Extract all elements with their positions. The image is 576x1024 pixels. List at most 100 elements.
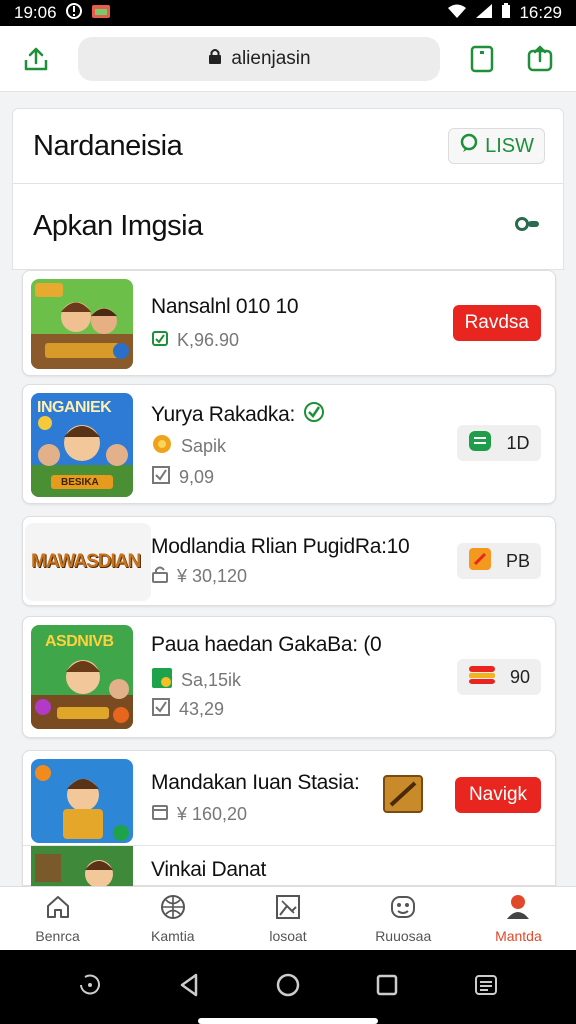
wifi-icon xyxy=(447,3,467,24)
upload-icon[interactable] xyxy=(518,37,562,81)
app-title: Mandakan Iuan Stasia: xyxy=(151,771,360,794)
app-price: 43,29 xyxy=(179,699,225,719)
app-action-label: Ravdsa xyxy=(464,312,529,333)
recents-icon[interactable] xyxy=(374,972,400,1003)
calendar-icon xyxy=(151,803,169,826)
tag-icon xyxy=(151,329,169,352)
browser-toolbar: alienjasin xyxy=(0,26,576,92)
app-card[interactable]: MAWASDIAN Modlandia Rlian PugidRa:10 ¥ 3… xyxy=(22,516,556,606)
checkbox-icon xyxy=(151,465,171,490)
app-action-button[interactable]: Ravdsa xyxy=(452,305,541,341)
app-price: ¥ 160,20 xyxy=(177,804,248,824)
app-price: 9,09 xyxy=(179,467,215,487)
app-thumbnail: ASDNIVB xyxy=(31,625,133,729)
app-title: Nansalnl 010 10 xyxy=(151,295,299,318)
nav-label: Mantda xyxy=(495,928,542,944)
thumbnail-title: MAWASDIAN xyxy=(31,551,141,572)
app-meta: ¥ 30,120 xyxy=(151,565,247,588)
app-card[interactable]: Nansalnl 010 10 K,96.90 Ravdsa xyxy=(22,270,556,376)
nav-item-home[interactable]: Benrca xyxy=(0,887,115,950)
app-title: Vinkai Danat xyxy=(151,858,267,881)
app-thumbnail xyxy=(31,279,133,369)
bottom-nav: Benrca Kamtia losoat Ruuosaa Mantda xyxy=(0,886,576,950)
app-category: Sapik xyxy=(181,436,227,456)
app-meta: K,96.90 xyxy=(151,329,239,352)
globe-icon xyxy=(159,893,187,924)
app-thumbnail xyxy=(31,759,133,843)
app-thumbnail xyxy=(31,846,133,888)
battery-icon xyxy=(501,2,511,24)
image-icon xyxy=(274,893,302,924)
app-title: Paua haedan GakaBa: (0 xyxy=(151,633,382,656)
app-title: Yurya Rakadka: xyxy=(151,401,325,429)
nav-label: losoat xyxy=(269,928,307,944)
thumbnail-title: ASDNIVB xyxy=(45,633,114,650)
nav-label: Kamtia xyxy=(151,928,195,944)
nav-item-globe[interactable]: Kamtia xyxy=(115,887,230,950)
app-category: Sa,15ik xyxy=(181,670,242,690)
app-action-button[interactable]: 90 xyxy=(457,659,541,695)
status-time-right: 16:29 xyxy=(519,3,562,22)
back-icon[interactable] xyxy=(176,971,202,1004)
thumbnail-title: INGANIEK xyxy=(37,399,112,416)
app-action-label: 1D xyxy=(506,432,530,453)
app-meta: Sapik xyxy=(151,433,226,460)
toggle-icon[interactable] xyxy=(515,216,541,237)
app-action-button[interactable]: 1D xyxy=(457,425,541,461)
app-thumbnail: MAWASDIAN xyxy=(25,523,151,601)
system-nav-bar xyxy=(0,950,576,1024)
home-button-icon[interactable] xyxy=(274,971,302,1004)
app-action-label: 90 xyxy=(509,666,531,687)
section-title: Apkan Imgsia xyxy=(33,210,203,242)
list-item[interactable]: Vinkai Danat xyxy=(23,845,555,888)
page-title: Nardaneisia xyxy=(33,129,183,162)
app-title: Modlandia Rlian PugidRa:10 xyxy=(151,535,410,558)
app-title-text: Yurya Rakadka: xyxy=(151,403,296,426)
app-thumbnail: INGANIEK BESIKA xyxy=(31,393,133,497)
header-badge-label: LISW xyxy=(485,134,534,157)
app-card[interactable]: Mandakan Iuan Stasia: ¥ 160,20 Navigk Vi… xyxy=(22,750,556,888)
sword-box-icon xyxy=(383,775,423,818)
assistant-icon[interactable] xyxy=(76,971,104,1004)
home-icon xyxy=(44,893,72,924)
nav-label: Ruuosaa xyxy=(375,928,432,944)
page-header: Nardaneisia LISW xyxy=(12,108,564,184)
app-action-button[interactable]: Navigk xyxy=(455,777,541,813)
stack-icon xyxy=(468,664,496,691)
app-meta: ¥ 160,20 xyxy=(151,803,247,826)
app-card[interactable]: ASDNIVB Paua haedan GakaBa: (0 Sa,15ik 4… xyxy=(22,616,556,738)
status-time-left: 19:06 xyxy=(14,3,57,22)
app-notification-icon xyxy=(91,3,111,24)
nav-item-profile[interactable]: Mantda xyxy=(461,887,576,950)
star-badge-icon xyxy=(151,433,173,460)
app-meta: Sa,15ik xyxy=(151,667,241,694)
nav-label: Benrca xyxy=(35,928,80,944)
green-app-icon xyxy=(151,667,173,694)
app-price: K,96.90 xyxy=(177,330,240,350)
section-header: Apkan Imgsia xyxy=(12,184,564,270)
tabs-icon[interactable] xyxy=(460,37,504,81)
lock-icon xyxy=(207,47,223,71)
checkbox-icon xyxy=(151,697,171,722)
app-price: ¥ 30,120 xyxy=(177,566,248,586)
nav-item-image[interactable]: losoat xyxy=(230,887,345,950)
app-action-button[interactable]: PB xyxy=(457,543,541,579)
alert-icon xyxy=(65,2,83,25)
sheet-icon xyxy=(468,430,492,457)
nav-item-face[interactable]: Ruuosaa xyxy=(346,887,461,950)
app-card[interactable]: INGANIEK BESIKA Yurya Rakadka: Sapik 9,0… xyxy=(22,384,556,504)
app-action-label: Navigk xyxy=(468,784,528,805)
chat-icon xyxy=(459,133,479,159)
signal-icon xyxy=(475,3,493,24)
face-icon xyxy=(389,893,417,924)
url-bar[interactable]: alienjasin xyxy=(78,36,440,81)
share-icon[interactable] xyxy=(14,37,58,81)
verified-icon xyxy=(303,401,325,429)
status-bar: 19:06 16:29 xyxy=(0,0,576,26)
app-action-label: PB xyxy=(505,550,530,571)
menu-icon[interactable] xyxy=(472,971,500,1004)
header-badge-button[interactable]: LISW xyxy=(448,128,545,164)
app-meta-secondary: 43,29 xyxy=(151,697,224,722)
gesture-home-bar[interactable] xyxy=(198,1018,378,1024)
app-meta-secondary: 9,09 xyxy=(151,465,214,490)
